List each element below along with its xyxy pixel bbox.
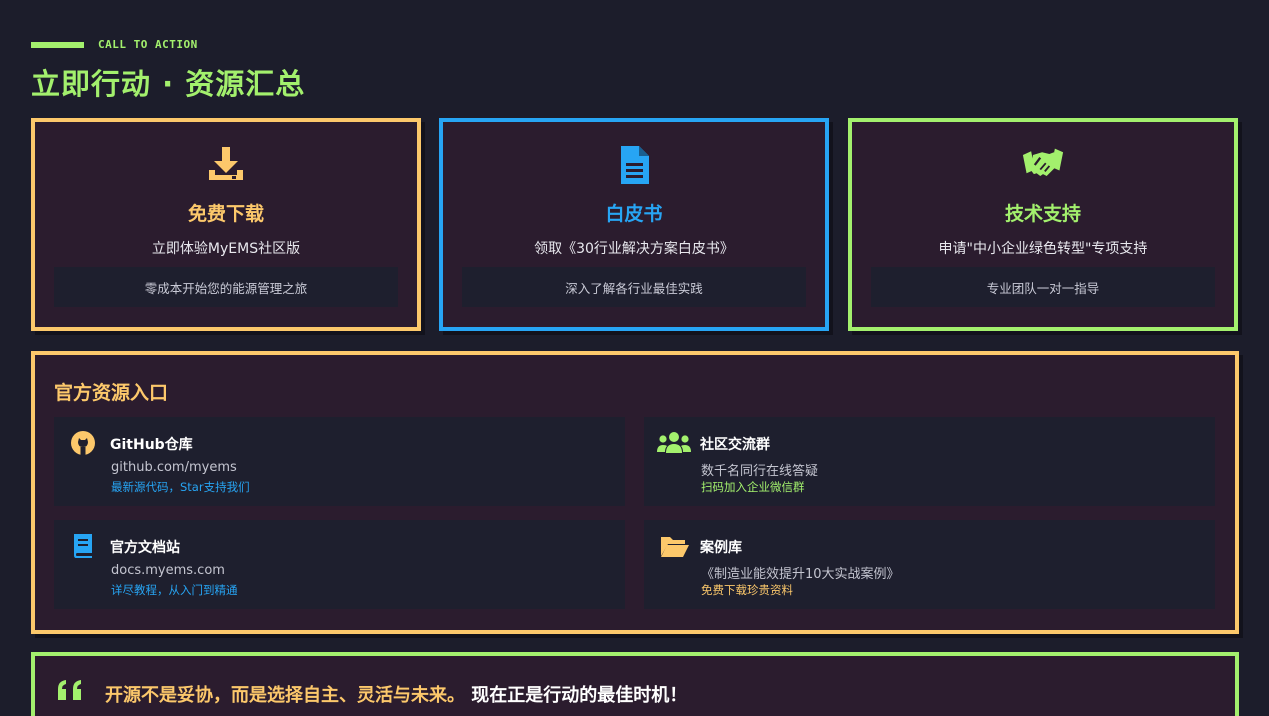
card-subtitle: 立即体验MyEMS社区版 — [151, 241, 301, 257]
card-title: 免费下载 — [187, 203, 264, 225]
users-icon — [657, 432, 691, 453]
resource-name: 社区交流群 — [700, 437, 770, 453]
whitepaper-card[interactable]: 白皮书 领取《30行业解决方案白皮书》 深入了解各行业最佳实践 — [439, 118, 829, 331]
card-title: 白皮书 — [605, 203, 663, 225]
page-title: 立即行动 · 资源汇总 — [31, 67, 306, 101]
resource-url[interactable]: github.com/myems — [111, 460, 237, 475]
support-card[interactable]: 技术支持 申请"中小企业绿色转型"专项支持 专业团队一对一指导 — [848, 118, 1238, 331]
card-note: 深入了解各行业最佳实践 — [462, 267, 806, 307]
resource-desc: 数千名同行在线答疑 — [701, 464, 819, 479]
resource-link[interactable]: 免费下载珍贵资料 — [701, 582, 793, 598]
resource-desc: 《制造业能效提升10大实战案例》 — [701, 567, 900, 582]
folder-icon — [661, 537, 689, 557]
download-icon — [209, 147, 243, 180]
card-title: 技术支持 — [1004, 203, 1081, 225]
card-note: 专业团队一对一指导 — [871, 267, 1215, 307]
resource-cases[interactable]: 案例库 《制造业能效提升10大实战案例》 免费下载珍贵资料 — [644, 520, 1215, 609]
resource-community[interactable]: 社区交流群 数千名同行在线答疑 扫码加入企业微信群 — [644, 417, 1215, 506]
resource-docs[interactable]: 官方文档站 docs.myems.com 详尽教程，从入门到精通 — [54, 520, 625, 609]
card-subtitle: 领取《30行业解决方案白皮书》 — [534, 241, 734, 257]
quote-tail: 现在正是行动的最佳时机！ — [471, 685, 688, 706]
resource-link[interactable]: 最新源代码，Star支持我们 — [111, 479, 250, 495]
resource-name: GitHub仓库 — [110, 437, 193, 453]
accent-bar — [31, 41, 84, 48]
resource-github[interactable]: GitHub仓库 github.com/myems 最新源代码，Star支持我们 — [54, 417, 625, 506]
download-card[interactable]: 免费下载 立即体验MyEMS社区版 零成本开始您的能源管理之旅 — [31, 118, 421, 331]
resources-panel: 官方资源入口 GitHub仓库 github.com/myems 最新源代码，S… — [31, 351, 1239, 634]
quote-highlight: 开源不是妥协，而是选择自主、灵活与未来。 — [105, 685, 465, 706]
resource-name: 案例库 — [700, 540, 742, 556]
resources-title: 官方资源入口 — [54, 382, 169, 404]
quote-banner: 开源不是妥协，而是选择自主、灵活与未来。 现在正是行动的最佳时机！ — [31, 652, 1239, 716]
github-icon — [71, 431, 95, 455]
card-subtitle: 申请"中小企业绿色转型"专项支持 — [938, 241, 1148, 257]
quote-icon — [58, 680, 81, 700]
document-icon — [621, 146, 649, 184]
quote-text: 开源不是妥协，而是选择自主、灵活与未来。 现在正是行动的最佳时机！ — [105, 681, 687, 707]
resource-name: 官方文档站 — [110, 540, 180, 556]
section-header: CALL TO ACTION 立即行动 · 资源汇总 — [31, 38, 305, 103]
book-icon — [74, 534, 92, 558]
eyebrow-label: CALL TO ACTION — [98, 38, 198, 51]
card-note: 零成本开始您的能源管理之旅 — [54, 267, 398, 307]
eyebrow-row: CALL TO ACTION — [31, 38, 305, 51]
resource-link[interactable]: 扫码加入企业微信群 — [701, 479, 805, 495]
resource-url[interactable]: docs.myems.com — [111, 563, 225, 578]
resource-link[interactable]: 详尽教程，从入门到精通 — [111, 582, 238, 598]
handshake-icon — [1022, 148, 1064, 176]
